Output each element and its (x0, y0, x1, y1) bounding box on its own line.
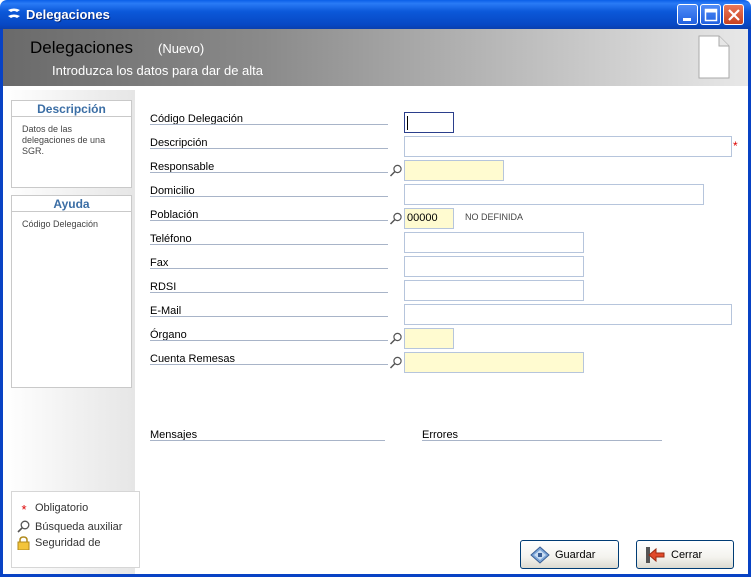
responsable-input[interactable] (404, 160, 504, 181)
required-star-icon: * (733, 139, 738, 153)
responsable-underline (150, 172, 388, 173)
window-title: Delegaciones (26, 7, 110, 22)
exit-icon (646, 547, 665, 563)
errores-underline (422, 440, 662, 441)
legend-required-label: Obligatorio (35, 502, 89, 514)
cuenta-search-icon[interactable] (389, 356, 403, 370)
maximize-button[interactable] (700, 4, 721, 25)
save-button-label: Guardar (555, 549, 596, 561)
organo-underline (150, 340, 388, 341)
close-window-button[interactable] (723, 4, 744, 25)
organo-input[interactable] (404, 328, 454, 349)
close-icon (728, 9, 740, 21)
legend-aux-search-label: Búsqueda auxiliar (35, 521, 123, 533)
close-button[interactable]: Cerrar (636, 540, 734, 569)
rdsi-input[interactable] (404, 280, 584, 301)
organo-search-icon[interactable] (389, 332, 403, 346)
required-star-icon: * (21, 502, 27, 517)
poblacion-underline (150, 220, 388, 221)
domicilio-underline (150, 196, 388, 197)
page-title: Delegaciones (30, 38, 134, 57)
legend-security-label: Seguridad de (35, 537, 101, 549)
app-icon (8, 8, 20, 18)
minimize-button[interactable] (677, 4, 698, 25)
email-input[interactable] (404, 304, 732, 325)
title-bar[interactable]: Delegaciones (0, 0, 751, 29)
responsable-search-icon[interactable] (389, 164, 403, 178)
email-underline (150, 316, 388, 317)
help-panel-text: Código Delegación (22, 219, 99, 229)
save-button[interactable]: Guardar (520, 540, 619, 569)
save-icon (530, 546, 550, 564)
mensajes-underline (150, 440, 385, 441)
description-panel-title: Descripción (12, 101, 131, 117)
fax-underline (150, 268, 388, 269)
cuenta-input[interactable] (404, 352, 584, 373)
page-subtitle: Introduzca los datos para dar de alta (52, 63, 264, 78)
codigo-underline (150, 124, 388, 125)
help-panel: Ayuda Código Delegación (11, 195, 132, 388)
magnifier-icon (17, 520, 30, 533)
help-panel-title: Ayuda (12, 196, 131, 212)
rdsi-underline (150, 292, 388, 293)
page-header: Delegaciones (Nuevo) Introduzca los dato… (3, 29, 748, 86)
poblacion-description: NO DEFINIDA (465, 212, 524, 222)
descripcion-input[interactable] (404, 136, 732, 157)
description-panel: Descripción Datos de las delegaciones de… (11, 100, 132, 188)
page-mode: (Nuevo) (158, 41, 205, 56)
description-panel-text: Datos de las delegaciones de una SGR. (22, 124, 106, 156)
telefono-underline (150, 244, 388, 245)
maximize-icon (704, 8, 718, 22)
minimize-icon (683, 18, 691, 21)
descripcion-underline (150, 148, 388, 149)
cuenta-underline (150, 364, 388, 365)
legend-panel: * Obligatorio Búsqueda auxiliar Segurida… (11, 491, 140, 568)
text-cursor (407, 116, 408, 130)
poblacion-input[interactable]: 00000 (404, 208, 454, 229)
telefono-input[interactable] (404, 232, 584, 253)
document-icon (698, 35, 730, 79)
close-button-label: Cerrar (671, 549, 703, 561)
poblacion-search-icon[interactable] (389, 212, 403, 226)
domicilio-input[interactable] (404, 184, 704, 205)
lock-icon (17, 536, 30, 550)
fax-input[interactable] (404, 256, 584, 277)
codigo-input[interactable] (404, 112, 454, 133)
